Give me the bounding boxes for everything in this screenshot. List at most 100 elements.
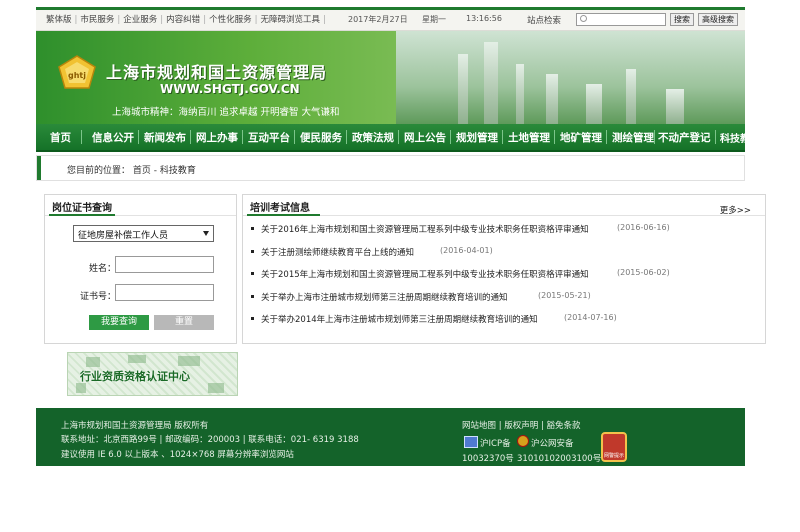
qualification-center-banner[interactable]: 行业资质资格认证中心 — [67, 352, 238, 396]
panel-title-underline — [49, 214, 115, 216]
bullet-icon — [251, 317, 254, 320]
police-badge-icon — [517, 435, 529, 447]
nav-item-announcements[interactable]: 网上公告 — [404, 130, 446, 145]
nav-item-surveying[interactable]: 测绘管理 — [612, 130, 654, 145]
list-item: 关于2015年上海市规划和国土资源管理局工程系列中级专业技术职务任职资格评审通知… — [251, 268, 759, 291]
site-search-input[interactable] — [576, 13, 666, 26]
list-item-date: (2016-06-16) — [617, 223, 670, 232]
panel-header: 培训考试信息 — [243, 195, 765, 216]
cert-number-input[interactable] — [115, 284, 214, 301]
list-item-link[interactable]: 关于举办2014年上海市注册城市规划师第三注册周期继续教育培训的通知 — [261, 313, 538, 325]
bullet-icon — [251, 294, 254, 298]
bureau-logo: ghtj — [58, 55, 96, 89]
logo-text: ghtj — [68, 71, 86, 80]
footer-contact: 联系地址：北京西路99号 | 邮政编码：200003 | 联系电话：021- 6… — [61, 435, 359, 445]
nav-item-online-services[interactable]: 网上办事 — [196, 130, 238, 145]
nav-divider — [502, 130, 503, 144]
link-traditional[interactable]: 繁体版 — [46, 15, 72, 25]
nav-divider — [190, 130, 191, 144]
divider: | — [254, 15, 258, 25]
current-date: 2017年2月27日 — [348, 15, 408, 24]
nav-divider — [242, 130, 243, 144]
icp-icon — [464, 436, 478, 448]
nav-item-land[interactable]: 土地管理 — [508, 130, 550, 145]
more-link[interactable]: 更多>> — [720, 204, 751, 216]
reset-button[interactable]: 重置 — [154, 315, 214, 330]
name-input[interactable] — [115, 256, 214, 273]
nav-item-home[interactable]: 首页 — [50, 130, 71, 145]
main-nav: 首页 信息公开 新闻发布 网上办事 互动平台 便民服务 政策法规 网上公告 规划… — [36, 124, 760, 152]
link-accessibility[interactable]: 无障碍浏览工具 — [260, 15, 320, 25]
training-info-panel: 培训考试信息 更多>> 关于2016年上海市规划和国土资源管理局工程系列中级专业… — [242, 194, 766, 344]
nav-item-policies[interactable]: 政策法规 — [352, 130, 394, 145]
nav-item-interaction[interactable]: 互动平台 — [248, 130, 290, 145]
nav-divider — [554, 130, 555, 144]
divider: | — [160, 15, 164, 25]
list-item-link[interactable]: 关于注册测绘师继续教育平台上线的通知 — [261, 246, 414, 258]
nav-item-info-disclosure[interactable]: 信息公开 — [92, 130, 134, 145]
current-time: 13:16:56 — [466, 14, 502, 23]
cert-type-select[interactable]: 征地房屋补偿工作人员 — [73, 225, 214, 242]
bullet-icon — [251, 272, 254, 275]
list-item-date: (2014-07-16) — [564, 313, 617, 322]
list-item-link[interactable]: 关于2015年上海市规划和国土资源管理局工程系列中级专业技术职务任职资格评审通知 — [261, 268, 589, 280]
site-footer: 上海市规划和国土资源管理局 版权所有 联系地址：北京西路99号 | 邮政编码：2… — [36, 408, 745, 466]
footer-links[interactable]: 网站地图 | 版权声明 | 豁免条款 — [462, 419, 581, 431]
nav-item-mining[interactable]: 地矿管理 — [560, 130, 602, 145]
list-item: 关于2016年上海市规划和国土资源管理局工程系列中级专业技术职务任职资格评审通知… — [251, 223, 759, 246]
list-item-link[interactable]: 关于举办上海市注册城市规划师第三注册周期继续教育培训的通知 — [261, 291, 508, 303]
divider: | — [74, 15, 78, 25]
divider: | — [322, 15, 326, 25]
panel-title-underline — [247, 214, 320, 216]
name-label: 姓名： — [89, 264, 117, 274]
footer-browser-note: 建议使用 IE 6.0 以上版本 、1024×768 屏幕分辨率浏览网站 — [61, 450, 294, 460]
advanced-search-button[interactable]: 高级搜索 — [698, 13, 738, 26]
icp-number: 10032370号 — [462, 454, 514, 464]
police-number: 31010102003100号 — [517, 454, 602, 464]
link-personalized[interactable]: 个性化服务 — [209, 15, 252, 25]
list-item-date: (2015-06-02) — [617, 268, 670, 277]
cyber-police-emblem[interactable]: 网警提示 — [601, 432, 627, 462]
chevron-down-icon — [203, 231, 209, 236]
breadcrumb: 您目前的位置： 首页 - 科技教育 — [36, 155, 745, 181]
top-links: 繁体版 | 市民服务 | 企业服务 | 内容纠错 | 个性化服务 | 无障碍浏览工具 | — [46, 13, 329, 25]
query-button[interactable]: 我要查询 — [89, 315, 149, 330]
panel-title: 岗位证书查询 — [52, 203, 112, 214]
list-item: 关于举办2014年上海市注册城市规划师第三注册周期继续教育培训的通知 (2014… — [251, 313, 759, 336]
link-enterprise-services[interactable]: 企业服务 — [123, 15, 157, 25]
link-content-correction[interactable]: 内容纠错 — [166, 15, 200, 25]
nav-divider — [398, 130, 399, 144]
link-citizen-services[interactable]: 市民服务 — [80, 15, 114, 25]
nav-item-planning[interactable]: 规划管理 — [456, 130, 498, 145]
police-label[interactable]: 沪公网安备 — [531, 437, 574, 449]
breadcrumb-text: 您目前的位置： 首页 - 科技教育 — [67, 166, 196, 176]
breadcrumb-accent — [37, 156, 41, 180]
city-spirit-slogan: 上海城市精神：海纳百川 追求卓越 开明睿智 大气谦和 — [112, 107, 340, 118]
nav-divider — [294, 130, 295, 144]
certificate-query-panel: 岗位证书查询 征地房屋补偿工作人员 姓名： 证书号： 我要查询 重置 — [44, 194, 237, 344]
search-button[interactable]: 搜索 — [670, 13, 694, 26]
emblem-text: 网警提示 — [603, 453, 624, 459]
select-value: 征地房屋补偿工作人员 — [78, 231, 169, 241]
panel-header: 岗位证书查询 — [45, 195, 236, 216]
list-item-link[interactable]: 关于2016年上海市规划和国土资源管理局工程系列中级专业技术职务任职资格评审通知 — [261, 223, 589, 235]
nav-item-tech-education[interactable]: 科技教育 — [720, 130, 760, 145]
nav-divider — [715, 130, 716, 144]
nav-divider — [450, 130, 451, 144]
training-list: 关于2016年上海市规划和国土资源管理局工程系列中级专业技术职务任职资格评审通知… — [251, 223, 759, 336]
divider: | — [203, 15, 207, 25]
current-weekday: 星期一 — [422, 15, 446, 24]
divider: | — [117, 15, 121, 25]
cert-number-label: 证书号： — [80, 292, 117, 302]
nav-divider — [654, 130, 655, 144]
nav-item-real-estate[interactable]: 不动产登记 — [658, 130, 711, 145]
nav-item-news[interactable]: 新闻发布 — [144, 130, 186, 145]
list-item: 关于注册测绘师继续教育平台上线的通知 (2016-04-01) — [251, 246, 759, 269]
list-item-date: (2016-04-01) — [440, 245, 493, 255]
icp-label[interactable]: 沪ICP备 — [480, 437, 511, 449]
nav-item-convenience[interactable]: 便民服务 — [300, 130, 342, 145]
nav-divider — [346, 130, 347, 144]
nav-divider — [606, 130, 607, 144]
bullet-icon — [251, 227, 254, 230]
footer-copyright: 上海市规划和国土资源管理局 版权所有 — [61, 421, 209, 431]
